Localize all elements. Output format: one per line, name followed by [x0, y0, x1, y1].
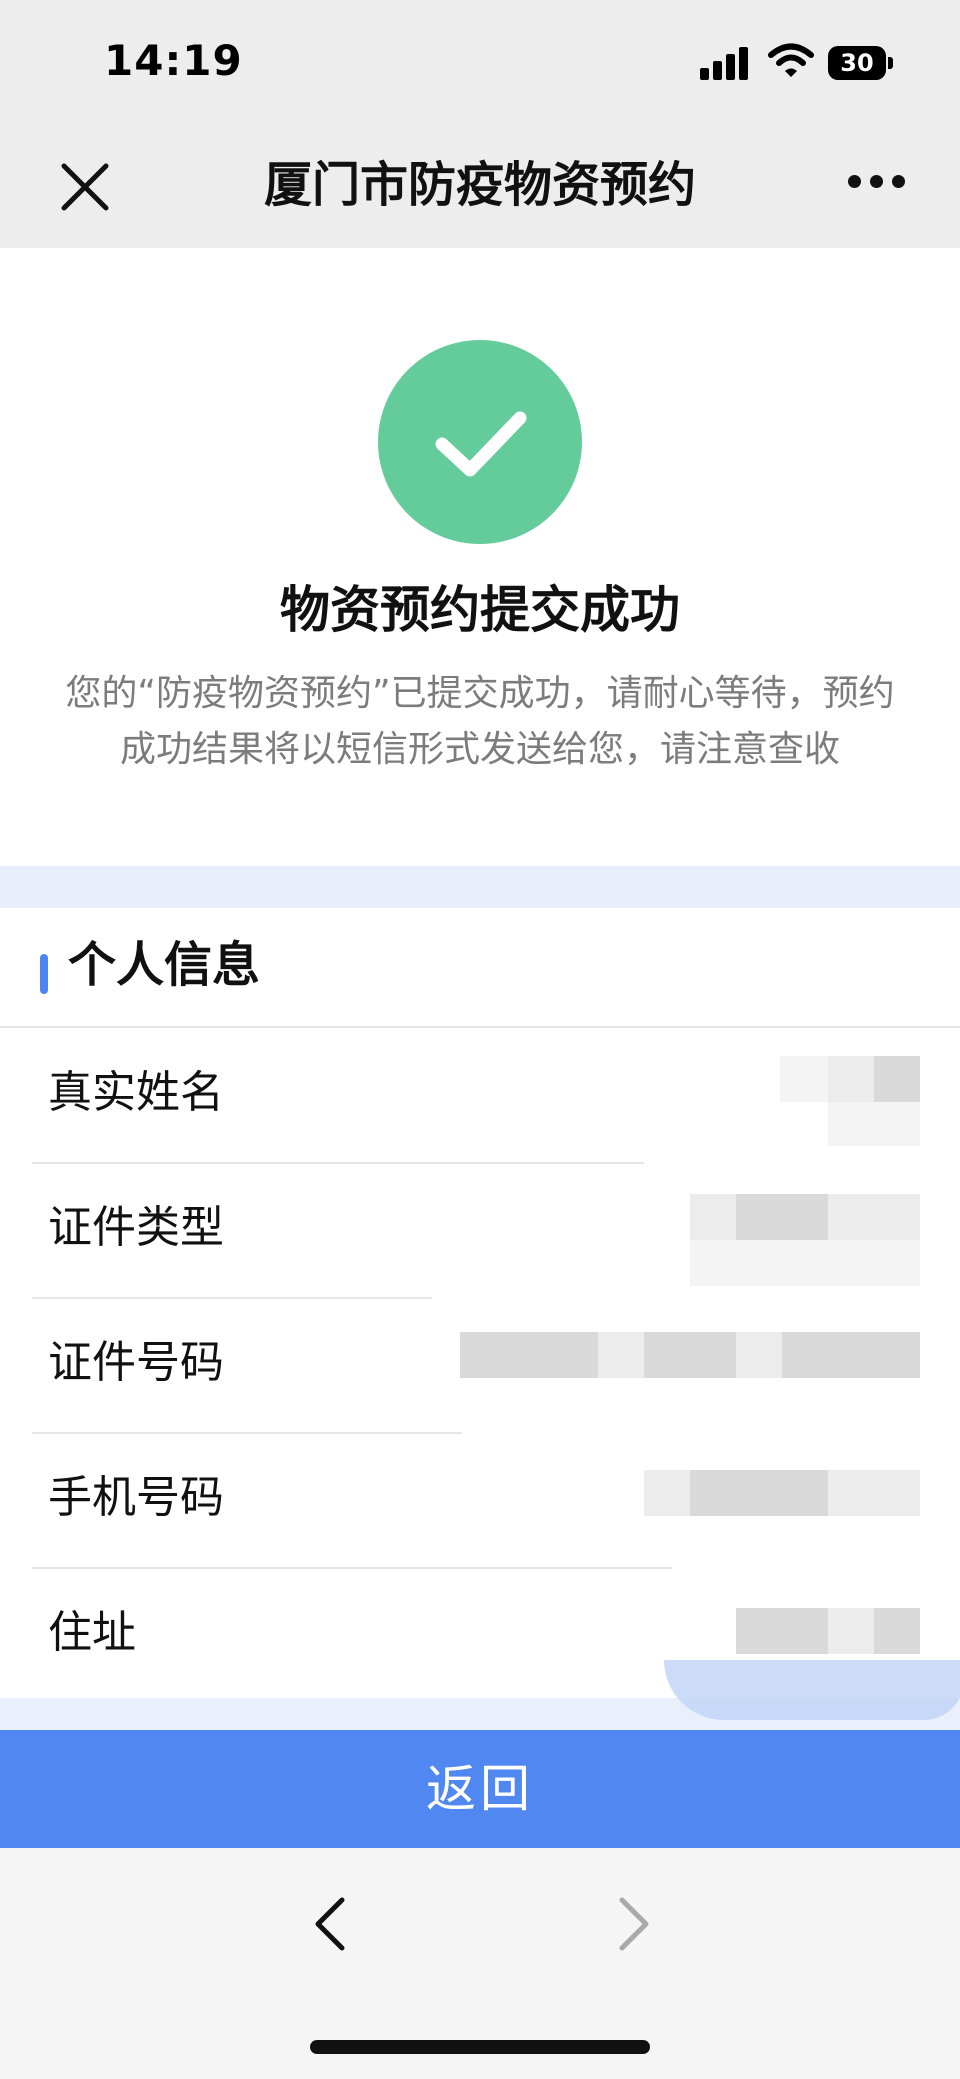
row-label-real-name: 真实姓名 — [48, 1067, 224, 1118]
success-check-icon — [378, 340, 582, 544]
row-divider — [32, 1432, 462, 1434]
page-title-container: 厦门市防疫物资预约 — [0, 150, 960, 220]
success-title: 物资预约提交成功 — [280, 581, 680, 639]
section-header-divider — [0, 1026, 960, 1028]
success-description: 您的“防疫物资预约”已提交成功，请耐心等待，预约成功结果将以短信形式发送给您，请… — [65, 673, 895, 770]
chevron-left-icon[interactable] — [308, 1896, 352, 1952]
home-indicator — [310, 2040, 650, 2054]
row-label-address: 住址 — [48, 1607, 136, 1658]
row-divider — [32, 1162, 644, 1164]
row-label-id-number: 证件号码 — [48, 1337, 224, 1388]
status-time: 14:19 — [104, 36, 243, 85]
wifi-icon — [768, 42, 814, 80]
masked-value-address — [736, 1608, 920, 1654]
signal-icon — [700, 44, 752, 80]
row-divider — [32, 1297, 432, 1299]
more-icon[interactable] — [848, 172, 906, 192]
section-title: 个人信息 — [68, 937, 261, 993]
battery-icon: 30 — [828, 46, 893, 82]
row-divider — [32, 1567, 672, 1569]
masked-value-id-type — [690, 1194, 920, 1288]
masked-value-id-number — [460, 1332, 920, 1378]
page-title: 厦门市防疫物资预约 — [263, 157, 696, 213]
row-label-id-type: 证件类型 — [48, 1202, 224, 1253]
floating-bubble — [664, 1660, 960, 1720]
row-label-phone: 手机号码 — [48, 1472, 224, 1523]
section-accent-bar — [40, 954, 48, 994]
masked-value-phone — [644, 1470, 920, 1516]
battery-level: 30 — [828, 46, 886, 80]
masked-value-real-name — [780, 1056, 920, 1148]
section-divider — [0, 866, 960, 908]
chevron-right-icon[interactable] — [612, 1896, 656, 1952]
return-button-label[interactable]: 返回 — [0, 1730, 960, 1848]
